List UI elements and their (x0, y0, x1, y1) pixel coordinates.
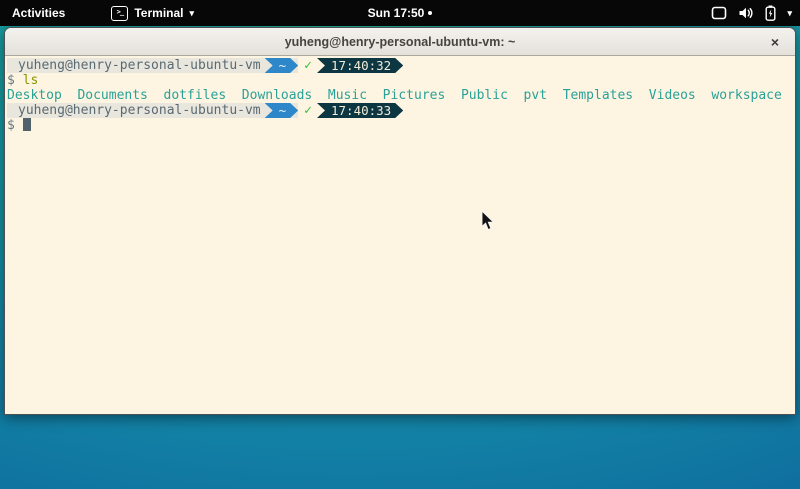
clock-button[interactable]: Sun 17:50 (368, 6, 433, 20)
window-titlebar[interactable]: yuheng@henry-personal-ubuntu-vm: ~ × (5, 28, 795, 56)
app-menu-label: Terminal (134, 6, 183, 20)
terminal-content[interactable]: yuheng@henry-personal-ubuntu-vm ~ ✓ 17:4… (5, 56, 795, 414)
prompt-user-host: yuheng@henry-personal-ubuntu-vm (7, 58, 265, 73)
check-icon: ✓ (304, 58, 312, 73)
shell-prompt-symbol: $ (7, 73, 15, 88)
activities-label: Activities (12, 6, 65, 20)
mouse-pointer (481, 210, 495, 231)
app-menu-terminal[interactable]: >_ Terminal ▾ (105, 0, 200, 26)
terminal-window: yuheng@henry-personal-ubuntu-vm: ~ × yuh… (4, 27, 796, 415)
prompt-timestamp: 17:40:32 (317, 58, 403, 73)
display-icon (711, 6, 727, 20)
ls-output: Desktop Documents dotfiles Downloads Mus… (7, 88, 795, 103)
prompt-timestamp: 17:40:33 (317, 103, 403, 118)
system-status-area[interactable]: ▾ (711, 0, 792, 26)
close-button[interactable]: × (764, 28, 786, 55)
command-text: ls (23, 73, 39, 88)
prompt-line: yuheng@henry-personal-ubuntu-vm ~ ✓ 17:4… (7, 58, 795, 73)
prompt-path-segment: ~ (265, 58, 299, 73)
battery-charging-icon (765, 5, 776, 21)
terminal-cursor (23, 118, 31, 131)
prompt-path-segment: ~ (265, 103, 299, 118)
window-title: yuheng@henry-personal-ubuntu-vm: ~ (285, 35, 516, 49)
notification-dot (428, 11, 432, 15)
prompt-path: ~ (265, 58, 299, 73)
check-icon: ✓ (304, 103, 312, 118)
top-bar: Activities >_ Terminal ▾ Sun 17:50 ▾ (0, 0, 800, 26)
command-line: $ ls (7, 73, 795, 88)
prompt-line: yuheng@henry-personal-ubuntu-vm ~ ✓ 17:4… (7, 103, 795, 118)
volume-icon (738, 6, 754, 20)
caret-down-icon: ▾ (787, 9, 792, 18)
input-line: $ (7, 118, 795, 133)
chevron-down-icon: ▾ (189, 9, 194, 18)
prompt-user-host: yuheng@henry-personal-ubuntu-vm (7, 103, 265, 118)
shell-prompt-symbol: $ (7, 118, 15, 133)
clock-label: Sun 17:50 (368, 6, 425, 20)
prompt-path: ~ (265, 103, 299, 118)
activities-button[interactable]: Activities (0, 0, 77, 26)
terminal-icon: >_ (111, 6, 128, 21)
